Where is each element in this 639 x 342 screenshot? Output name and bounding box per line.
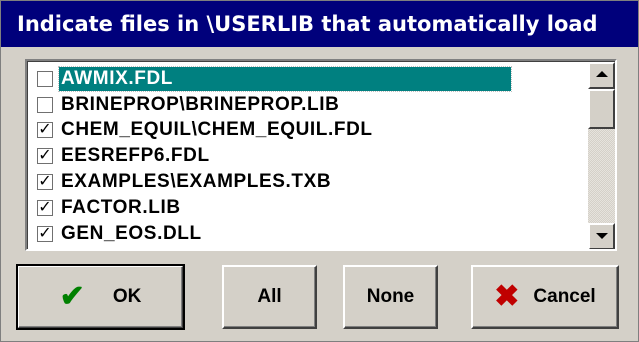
file-checkbox[interactable]: ✓ <box>37 145 53 165</box>
scroll-down-button[interactable] <box>588 223 615 249</box>
checkmark-glyph <box>38 95 52 109</box>
all-button[interactable]: All <box>222 265 317 329</box>
file-list: AWMIX.FDL BRINEPROP\BRINEPROP.LIB ✓ CHEM… <box>31 65 586 247</box>
none-button[interactable]: None <box>343 265 438 329</box>
list-item[interactable]: AWMIX.FDL <box>31 65 586 92</box>
list-item[interactable]: ✓ CHEM_EQUIL\CHEM_EQUIL.FDL <box>31 118 586 144</box>
file-label: AWMIX.FDL <box>58 65 512 92</box>
file-checkbox[interactable]: ✓ <box>37 196 53 216</box>
checkmark-icon: ✔ <box>59 280 85 313</box>
all-label: All <box>257 286 282 307</box>
file-listbox[interactable]: AWMIX.FDL BRINEPROP\BRINEPROP.LIB ✓ CHEM… <box>25 59 617 251</box>
checkmark-glyph: ✓ <box>38 145 52 165</box>
checkmark-glyph <box>38 69 52 83</box>
vertical-scrollbar[interactable] <box>588 62 615 249</box>
ok-label: OK <box>112 286 142 307</box>
userlib-dialog: Indicate files in \USERLIB that automati… <box>0 0 639 342</box>
list-item[interactable]: ✓ GEN_EOS.DLL <box>31 221 586 247</box>
file-checkbox[interactable] <box>37 69 53 87</box>
list-item[interactable]: BRINEPROP\BRINEPROP.LIB <box>31 92 586 118</box>
checkmark-glyph: ✓ <box>38 171 52 191</box>
file-checkbox[interactable]: ✓ <box>37 119 53 139</box>
file-checkbox[interactable]: ✓ <box>37 222 53 242</box>
file-label: EXAMPLES\EXAMPLES.TXB <box>61 171 332 193</box>
scroll-thumb[interactable] <box>588 89 615 129</box>
cancel-label: Cancel <box>533 286 596 307</box>
file-label: GEN_EOS.DLL <box>61 222 202 244</box>
list-item[interactable]: ✓ EXAMPLES\EXAMPLES.TXB <box>31 169 586 195</box>
file-label: FACTOR.LIB <box>61 196 181 218</box>
scroll-up-button[interactable] <box>588 62 615 89</box>
list-item[interactable]: ✓ FACTOR.LIB <box>31 195 586 221</box>
x-icon: ✖ <box>494 280 520 313</box>
list-item[interactable]: ✓ EESREFP6.FDL <box>31 143 586 169</box>
cancel-button[interactable]: ✖ Cancel <box>471 265 619 329</box>
ok-button[interactable]: ✔ OK <box>16 264 185 330</box>
file-checkbox[interactable] <box>37 95 53 113</box>
arrow-up-icon <box>596 71 608 77</box>
file-label: CHEM_EQUIL\CHEM_EQUIL.FDL <box>61 119 373 141</box>
arrow-down-icon <box>596 233 608 239</box>
file-label: BRINEPROP\BRINEPROP.LIB <box>61 93 340 115</box>
none-label: None <box>366 286 415 307</box>
checkmark-glyph: ✓ <box>38 196 52 216</box>
dialog-title: Indicate files in \USERLIB that automati… <box>1 1 638 47</box>
checkmark-glyph: ✓ <box>38 222 52 242</box>
file-label: EESREFP6.FDL <box>61 145 210 167</box>
file-checkbox[interactable]: ✓ <box>37 171 53 191</box>
checkmark-glyph: ✓ <box>38 119 52 139</box>
listbox-inner: AWMIX.FDL BRINEPROP\BRINEPROP.LIB ✓ CHEM… <box>27 61 615 249</box>
